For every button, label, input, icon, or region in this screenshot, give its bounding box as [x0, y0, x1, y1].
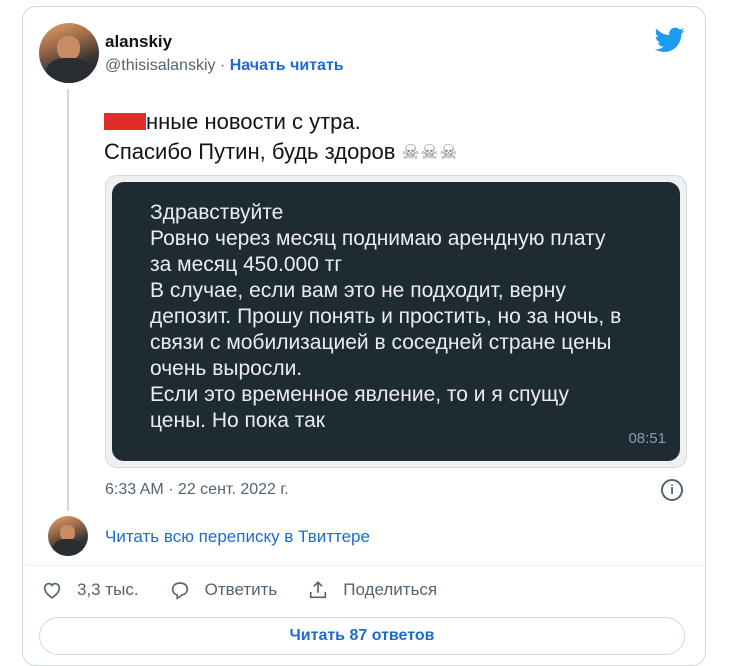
- read-replies-button[interactable]: Читать 87 ответов: [39, 617, 685, 655]
- redaction-box: [104, 113, 146, 130]
- tweet-card: alanskiy @thisisalanskiy · Начать читать…: [22, 6, 706, 666]
- share-button[interactable]: Поделиться: [307, 579, 437, 601]
- message-line: депозит. Прошу понять и простить, но за …: [150, 305, 622, 328]
- tweet-line-1-text: нные новости с утра.: [146, 109, 361, 134]
- message-line: очень выросли.: [150, 357, 303, 380]
- like-button[interactable]: 3,3 тыс.: [41, 579, 139, 601]
- tweet-timestamp[interactable]: 6:33 AM · 22 сент. 2022 г.: [105, 481, 289, 499]
- read-thread-link[interactable]: Читать всю переписку в Твиттере: [105, 527, 370, 547]
- tweet-line-2: Спасибо Путин, будь здоров ☠☠☠: [104, 137, 458, 168]
- chat-message-bubble: Здравствуйте Ровно через месяц поднимаю …: [112, 182, 680, 461]
- message-line: Ровно через месяц поднимаю арендную плат…: [150, 227, 606, 250]
- avatar-body: [52, 539, 84, 556]
- author-handle[interactable]: @thisisalanskiy: [105, 57, 216, 74]
- thread-line: [67, 89, 69, 511]
- avatar-face: [57, 36, 80, 61]
- author-handle-row: @thisisalanskiy · Начать читать: [105, 57, 344, 75]
- reply-button[interactable]: Ответить: [169, 579, 278, 601]
- follow-link[interactable]: Начать читать: [230, 57, 344, 74]
- message-time: 08:51: [628, 430, 666, 447]
- chat-message-text: Здравствуйте Ровно через месяц поднимаю …: [150, 200, 670, 434]
- message-line: В случае, если вам это не подходит, верн…: [150, 279, 566, 302]
- author-avatar[interactable]: [39, 23, 99, 83]
- tweet-line-2-text: Спасибо Путин, будь здоров: [104, 139, 396, 164]
- handle-separator: ·: [215, 57, 230, 74]
- tweet-actions: 3,3 тыс. Ответить Поделиться: [41, 579, 467, 601]
- divider: [23, 565, 705, 566]
- reply-label: Ответить: [204, 580, 278, 599]
- skull-crossbones-icon: ☠☠☠: [401, 142, 459, 164]
- share-label: Поделиться: [343, 580, 438, 599]
- info-icon[interactable]: i: [661, 479, 683, 501]
- tweet-line-1: нные новости с утра.: [104, 107, 458, 137]
- twitter-bird-icon[interactable]: [655, 27, 685, 53]
- like-count: 3,3 тыс.: [77, 580, 139, 599]
- share-icon: [310, 581, 327, 599]
- message-line: за месяц 450.000 тг: [150, 253, 343, 276]
- message-line: цены. Но пока так: [150, 409, 325, 432]
- heart-icon: [43, 582, 61, 599]
- message-line: Если это временное явление, то и я спущу: [150, 383, 569, 406]
- message-line: Здравствуйте: [150, 201, 284, 224]
- tweet-text: нные новости с утра. Спасибо Путин, будь…: [104, 107, 458, 168]
- reply-icon: [171, 582, 188, 600]
- author-name[interactable]: alanskiy: [105, 32, 172, 52]
- tweet-media-image[interactable]: Здравствуйте Ровно через месяц поднимаю …: [105, 175, 687, 468]
- message-line: связи с мобилизацией в соседней стране ц…: [150, 331, 612, 354]
- avatar-body: [46, 57, 92, 83]
- reader-avatar: [48, 516, 88, 556]
